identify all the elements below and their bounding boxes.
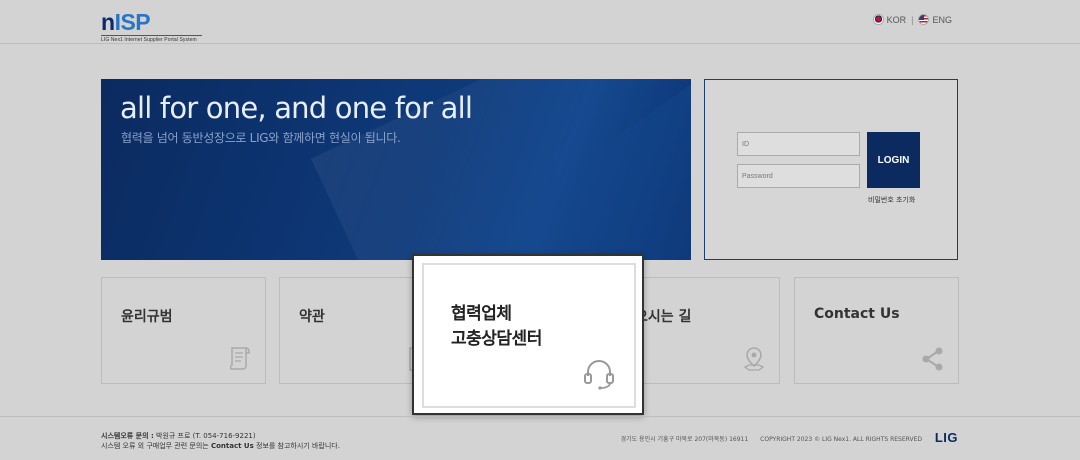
footer-line-1: 시스템오류 문의 : 박원규 프로 (T. 054-716-9221) bbox=[101, 432, 256, 440]
footer-contact-us-link[interactable]: Contact Us bbox=[211, 442, 254, 450]
page: nISP LIG Nex1 Internet Supplier Portal S… bbox=[0, 0, 1080, 460]
card-contact-us[interactable]: Contact Us bbox=[794, 277, 959, 384]
password-input[interactable]: Password bbox=[737, 164, 860, 188]
us-flag-icon bbox=[918, 14, 930, 25]
scroll-icon bbox=[229, 347, 250, 370]
share-icon bbox=[922, 347, 943, 371]
hero-banner: all for one, and one for all 협력을 넘어 동반성장… bbox=[101, 79, 691, 260]
footer-line-2: 시스템 오류 외 구매업무 관련 문의는 Contact Us 정보를 참고하시… bbox=[101, 442, 340, 450]
grievance-title-line1: 협력업체 bbox=[451, 304, 512, 324]
card-title: 윤리규범 bbox=[121, 309, 173, 325]
header: nISP LIG Nex1 Internet Supplier Portal S… bbox=[0, 0, 1080, 44]
headset-icon bbox=[584, 360, 614, 390]
grievance-center-inner: 협력업체 고충상담센터 bbox=[422, 263, 636, 408]
lang-separator: | bbox=[911, 14, 914, 25]
footer-address: 경기도 용인시 기흥구 마북로 207(마북동) 16911 bbox=[620, 436, 749, 443]
card-ethics[interactable]: 윤리규범 bbox=[101, 277, 266, 384]
login-panel: ID Password LOGIN 비밀번호 초기화 bbox=[704, 79, 958, 260]
logo-wordmark: nISP bbox=[101, 9, 151, 35]
card-title: Contact Us bbox=[814, 306, 900, 322]
korea-flag-icon bbox=[872, 14, 884, 25]
footer: 시스템오류 문의 : 박원규 프로 (T. 054-716-9221) 시스템 … bbox=[0, 416, 1080, 460]
logo-subtitle: LIG Nex1 Internet Supplier Portal System bbox=[101, 35, 202, 43]
lang-eng-link[interactable]: ENG bbox=[932, 15, 952, 25]
card-title: 약관 bbox=[299, 309, 325, 325]
logo[interactable]: nISP LIG Nex1 Internet Supplier Portal S… bbox=[101, 10, 202, 43]
lang-kor-link[interactable]: KOR bbox=[887, 15, 907, 25]
grievance-center-title: 협력업체 고충상담센터 bbox=[451, 302, 542, 352]
footer-lig-logo: LIG bbox=[934, 430, 958, 445]
language-switcher: KOR | ENG bbox=[872, 14, 952, 25]
footer-contact-info: 시스템오류 문의 : 박원규 프로 (T. 054-716-9221) 시스템 … bbox=[101, 431, 340, 451]
grievance-title-line2: 고충상담센터 bbox=[451, 329, 542, 349]
footer-copyright: COPYRIGHT 2023 © LIG Nex1. ALL RIGHTS RE… bbox=[760, 436, 922, 443]
grievance-center-card[interactable]: 협력업체 고충상담센터 bbox=[412, 254, 644, 415]
login-button[interactable]: LOGIN bbox=[867, 132, 920, 188]
banner-subtitle: 협력을 넘어 동반성장으로 LIG와 함께하면 현실이 됩니다. bbox=[121, 131, 401, 145]
id-input[interactable]: ID bbox=[737, 132, 860, 156]
footer-legal: 경기도 용인시 기흥구 마북로 207(마북동) 16911 COPYRIGHT … bbox=[621, 434, 922, 443]
reset-password-link[interactable]: 비밀번호 초기화 bbox=[868, 195, 915, 205]
map-pin-icon bbox=[743, 347, 765, 371]
banner-title: all for one, and one for all bbox=[120, 91, 473, 125]
